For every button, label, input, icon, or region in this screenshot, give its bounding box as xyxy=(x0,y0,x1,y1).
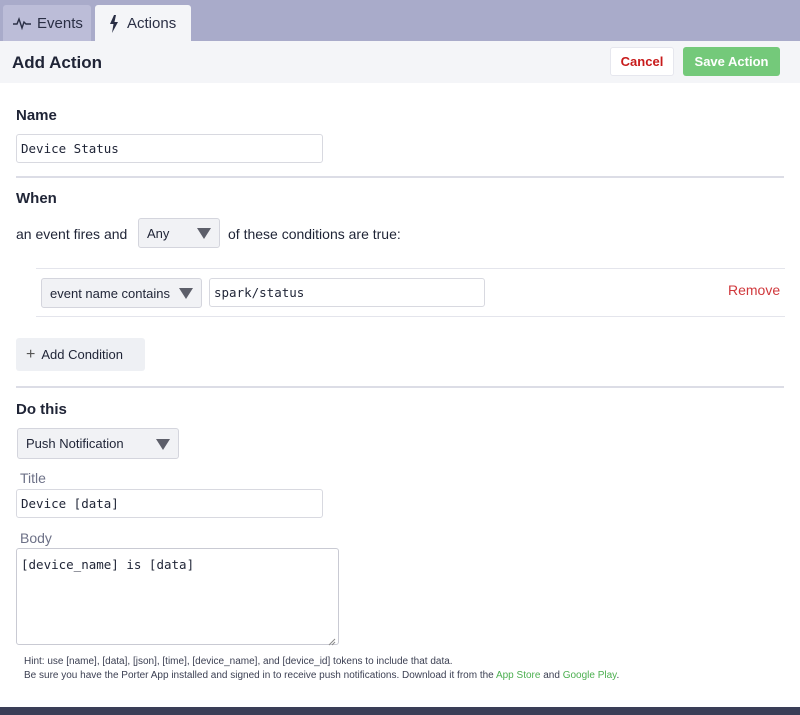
cancel-button[interactable]: Cancel xyxy=(610,47,674,76)
condition-operator-value: event name contains xyxy=(50,285,170,301)
resize-handle-icon[interactable] xyxy=(328,634,336,646)
when-section-label: When xyxy=(16,190,57,207)
when-suffix-text: of these conditions are true: xyxy=(228,226,401,242)
push-hint-prefix: Be sure you have the Porter App installe… xyxy=(24,670,496,681)
app-store-link[interactable]: App Store xyxy=(496,670,540,681)
chevron-down-icon xyxy=(197,228,211,239)
body-textarea[interactable]: [device_name] is [data] xyxy=(16,548,339,646)
body-text: [device_name] is [data] xyxy=(21,557,195,572)
add-condition-label: Add Condition xyxy=(41,347,124,362)
body-field-label: Body xyxy=(20,530,52,546)
name-input[interactable]: Device Status xyxy=(16,134,323,163)
condition-value-input[interactable]: spark/status xyxy=(209,278,485,307)
chevron-down-icon xyxy=(156,438,170,450)
action-type-select[interactable]: Push Notification xyxy=(17,428,179,459)
divider xyxy=(16,386,784,388)
title-input[interactable]: Device [data] xyxy=(16,489,323,518)
push-hint-text: Be sure you have the Porter App installe… xyxy=(24,670,619,681)
pulse-icon xyxy=(13,15,31,31)
tab-actions-label: Actions xyxy=(127,14,177,32)
save-action-button[interactable]: Save Action xyxy=(683,47,780,76)
push-hint-suffix: . xyxy=(616,670,620,681)
action-type-value: Push Notification xyxy=(26,436,124,451)
tab-bar: Events Actions xyxy=(0,0,800,41)
add-condition-button[interactable]: + Add Condition xyxy=(16,338,145,371)
match-select-value: Any xyxy=(147,225,170,241)
condition-operator-select[interactable]: event name contains xyxy=(41,278,202,308)
chevron-down-icon xyxy=(179,288,193,299)
push-hint-and: and xyxy=(540,670,563,681)
when-prefix-text: an event fires and xyxy=(16,226,128,242)
title-field-label: Title xyxy=(20,470,46,486)
page-header: Add Action Cancel Save Action xyxy=(0,41,800,83)
remove-condition-link[interactable]: Remove xyxy=(728,282,780,298)
plus-icon: + xyxy=(26,345,36,363)
divider xyxy=(16,176,784,178)
footer-bar xyxy=(0,707,800,715)
do-section-label: Do this xyxy=(16,401,67,418)
lightning-icon xyxy=(109,15,119,33)
match-select[interactable]: Any xyxy=(138,218,220,248)
tab-events-label: Events xyxy=(37,14,83,32)
tab-events[interactable]: Events xyxy=(3,5,91,41)
page-title: Add Action xyxy=(12,53,103,72)
google-play-link[interactable]: Google Play xyxy=(563,670,617,681)
name-section-label: Name xyxy=(16,107,57,124)
hint-text: Hint: use [name], [data], [json], [time]… xyxy=(24,656,453,667)
tab-actions[interactable]: Actions xyxy=(95,5,191,41)
